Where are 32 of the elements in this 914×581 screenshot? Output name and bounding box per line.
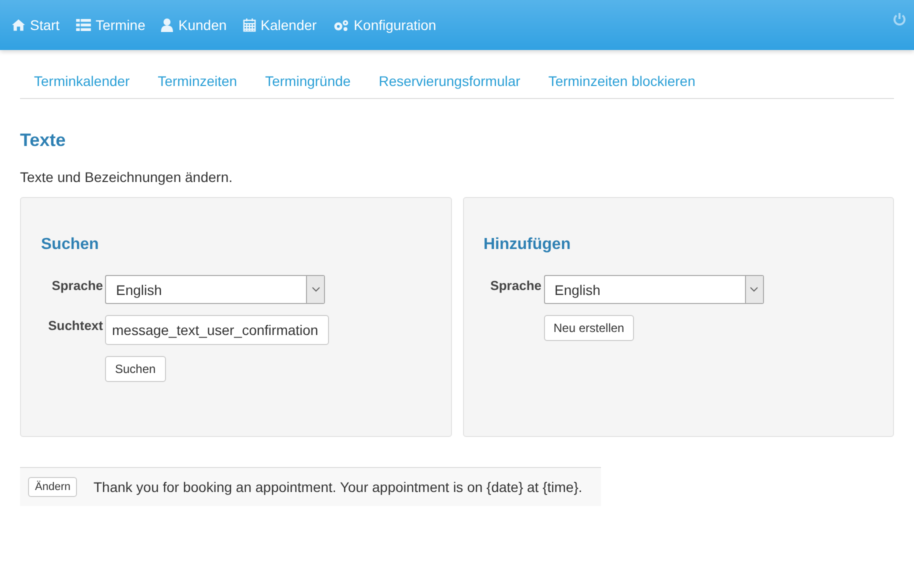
subnav-link[interactable]: Terminzeiten blockieren bbox=[534, 73, 710, 89]
language-select[interactable]: English bbox=[544, 275, 764, 304]
nav-item[interactable]: Start bbox=[4, 17, 68, 33]
panel-title: Suchen bbox=[41, 236, 100, 254]
nav-item[interactable]: Kunden bbox=[153, 17, 235, 33]
field-label: Sprache bbox=[50, 277, 103, 293]
user-icon bbox=[161, 18, 174, 32]
page-title: Texte bbox=[20, 130, 67, 151]
panel-title: Hinzufügen bbox=[484, 236, 572, 254]
field-label: Sprache bbox=[489, 277, 542, 293]
nav-item[interactable]: Kalender bbox=[234, 17, 325, 33]
edit-button[interactable]: Ändern bbox=[28, 477, 78, 497]
subnav-link[interactable]: Terminzeiten bbox=[144, 73, 252, 89]
subnav-link[interactable]: Terminkalender bbox=[20, 73, 144, 89]
list-icon bbox=[76, 19, 91, 31]
subnav-link[interactable]: Reservierungsformular bbox=[364, 73, 534, 89]
nav-item[interactable]: Termine bbox=[68, 17, 154, 33]
subnav-link[interactable]: Termingründe bbox=[251, 73, 365, 89]
language-select[interactable]: English bbox=[105, 275, 325, 304]
gears-icon bbox=[332, 18, 349, 32]
search-text-field[interactable]: message_text_user_confirmation bbox=[105, 315, 329, 345]
field-label: Suchtext bbox=[47, 317, 103, 333]
chevron-down-icon bbox=[312, 287, 320, 292]
power-icon[interactable] bbox=[893, 12, 906, 26]
nav-item[interactable]: Konfiguration bbox=[324, 17, 444, 33]
chevron-down-icon bbox=[750, 287, 758, 292]
result-text: Thank you for booking an appointment. Your appointment is on {date} at {time}. bbox=[93, 479, 582, 495]
page-description: Texte und Bezeichnungen ändern. bbox=[20, 169, 234, 185]
home-icon bbox=[12, 19, 25, 31]
calendar-icon bbox=[242, 18, 256, 32]
panel-button[interactable]: Suchen bbox=[105, 356, 166, 382]
panel-button[interactable]: Neu erstellen bbox=[544, 315, 634, 341]
